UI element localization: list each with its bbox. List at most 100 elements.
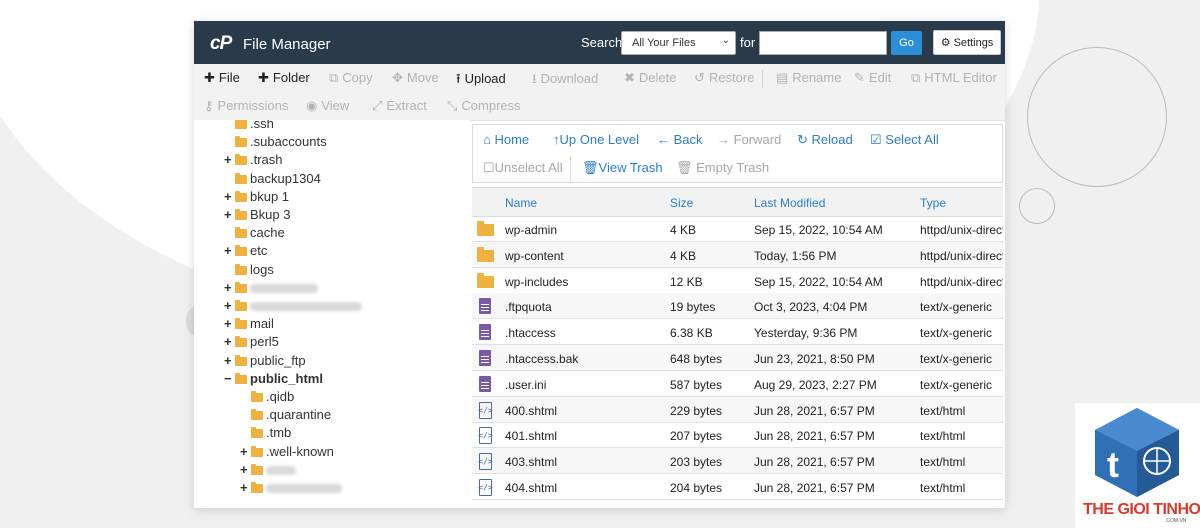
collapse-icon[interactable]: − — [224, 370, 234, 388]
expand-icon[interactable]: + — [224, 188, 234, 206]
toolbar-edit-button[interactable]: ✎ Edit — [854, 70, 891, 86]
tree-item[interactable]: + perl5 — [224, 333, 279, 351]
toolbar-folder-button[interactable]: ✚ Folder — [258, 70, 310, 86]
search-input[interactable] — [759, 31, 887, 55]
file-type: text/x-generic — [920, 352, 993, 366]
tree-item[interactable]: + — [224, 279, 318, 297]
select-all-button[interactable]: ☑ Select All — [870, 132, 939, 148]
table-row[interactable]: .htaccess.bak 648 bytes Jun 23, 2021, 8:50… — [472, 345, 1003, 371]
table-row[interactable]: .htaccess 6.38 KB Yesterday, 9:36 PM text/x… — [472, 319, 1003, 346]
expand-icon[interactable]: + — [240, 479, 250, 497]
table-row[interactable]: </> 400.shtml 229 bytes Jun 28, 2021, 6:57 … — [472, 396, 1003, 423]
expand-icon[interactable]: + — [240, 461, 250, 479]
tree-item[interactable]: + .well-known — [240, 443, 334, 461]
table-row[interactable]: wp-content 4 KB Today, 1:56 PM httpd/unix-d… — [472, 241, 1003, 268]
expand-icon[interactable]: + — [224, 297, 234, 315]
expand-icon[interactable]: + — [224, 206, 234, 224]
search-scope-select[interactable]: All Your Files ⌄ — [621, 31, 736, 55]
toolbar-button-label: Compress — [461, 98, 521, 113]
unselect-all-button[interactable]: ☐Unselect All — [483, 160, 563, 176]
toolbar-file-button[interactable]: ✚ File — [204, 70, 240, 86]
go-button[interactable]: Go — [891, 31, 922, 55]
tree-item[interactable]: + Bkup 3 — [224, 206, 290, 224]
folder-icon — [235, 172, 247, 184]
table-row[interactable]: .user.ini 587 bytes Aug 29, 2023, 2:27 PM t… — [472, 371, 1003, 397]
column-header-size[interactable]: Size — [670, 196, 693, 210]
copy-icon: ⧉ — [329, 70, 339, 85]
file-name: .user.ini — [505, 377, 547, 392]
column-header-type[interactable]: Type — [920, 196, 946, 210]
tree-item[interactable]: + mail — [224, 315, 274, 333]
table-row[interactable]: wp-admin 4 KB Sep 15, 2022, 10:54 AM httpd/… — [472, 216, 1003, 242]
tree-item[interactable]: − public_html — [224, 370, 323, 388]
toolbar-download-button[interactable]: ⭳ Download — [532, 70, 598, 92]
expand-icon[interactable]: + — [224, 151, 234, 169]
toolbar-compress-button[interactable]: ⤡ Compress — [447, 98, 521, 114]
file-type: httpd/unix-direct — [920, 223, 1003, 237]
tree-item-label: .subaccounts — [250, 134, 327, 150]
tree-item[interactable]: .quarantine — [240, 406, 331, 424]
folder-icon — [235, 300, 247, 311]
tree-item[interactable]: .qidb — [240, 388, 294, 406]
toolbar-button-label: Edit — [868, 70, 892, 85]
toolbar-view-button[interactable]: ◉ View — [306, 98, 349, 114]
expand-icon[interactable]: + — [224, 333, 234, 351]
tree-item-label: mail — [250, 316, 274, 332]
folder-icon — [251, 482, 263, 493]
expand-icon[interactable]: + — [224, 352, 234, 370]
table-row[interactable]: </> 401.shtml 207 bytes Jun 28, 2021, 6:57 … — [472, 422, 1003, 449]
tree-item[interactable]: .tmb — [240, 424, 291, 442]
tree-item[interactable]: + — [240, 479, 342, 497]
toolbar-button-label: Rename — [792, 70, 842, 85]
tree-item[interactable]: + — [240, 461, 296, 479]
toolbar-button-label: Move — [406, 70, 439, 85]
cpanel-logo[interactable]: cP — [210, 33, 232, 55]
tree-item[interactable]: logs — [224, 261, 274, 279]
file-name: .ftpquota — [505, 300, 552, 315]
tree-item[interactable]: + — [224, 297, 362, 315]
expand-icon[interactable]: + — [224, 279, 234, 297]
file-type: text/html — [920, 403, 966, 418]
tree-item[interactable]: + .trash — [224, 151, 283, 169]
column-header-name[interactable]: Name — [505, 196, 537, 210]
tree-item[interactable]: backup1304 — [224, 170, 321, 188]
expand-icon[interactable]: + — [224, 242, 234, 260]
toolbar-button-label: HTML Editor — [924, 70, 997, 85]
table-row[interactable]: wp-includes 12 KB Sep 15, 2022, 10:54 AM ht… — [472, 268, 1003, 294]
column-header-last-modified[interactable]: Last Modified — [754, 196, 825, 210]
expand-icon[interactable]: + — [240, 443, 250, 461]
toolbar-rename-button[interactable]: ▤ Rename — [776, 70, 841, 86]
toolbar-upload-button[interactable]: ⭱ Upload — [456, 70, 506, 92]
back-button[interactable]: ← Back — [657, 132, 703, 147]
table-row[interactable]: </> 404.shtml 204 bytes Jun 28, 2021, 6:57 … — [472, 474, 1003, 500]
tree-item[interactable]: .ssh — [224, 120, 274, 133]
toolbar-copy-button[interactable]: ⧉ Copy — [329, 70, 373, 86]
toolbar-html-editor-button[interactable]: ⧉ HTML Editor — [911, 70, 997, 86]
toolbar-move-button[interactable]: ✥ Move — [392, 70, 439, 86]
table-row[interactable]: </> 403.shtml 203 bytes Jun 28, 2021, 6:57 … — [472, 448, 1003, 475]
toolbar-restore-button[interactable]: ↺ Restore — [694, 70, 754, 86]
toolbar-extract-button[interactable]: ⤢ Extract — [372, 98, 427, 114]
table-row[interactable]: .ftpquota 19 bytes Oct 3, 2023, 4:04 PM tex… — [472, 293, 1003, 320]
home-button[interactable]: ⌂ Home — [483, 132, 529, 147]
toolbar-permissions-button[interactable]: ⚷ Permissions — [204, 98, 288, 114]
tree-item[interactable]: + bkup 1 — [224, 188, 289, 206]
file-modified: Sep 15, 2022, 10:54 AM — [754, 274, 883, 289]
edit-icon: ✎ — [854, 70, 865, 85]
view-trash-button[interactable]: 🗑View Trash — [582, 160, 663, 176]
file-name: 400.shtml — [505, 403, 558, 418]
toolbar-delete-button[interactable]: ✖ Delete — [624, 70, 676, 86]
file-type-glyph — [479, 375, 491, 392]
tree-item[interactable]: cache — [224, 224, 285, 242]
tree-item[interactable]: .subaccounts — [224, 133, 327, 151]
up-one-level-button[interactable]: ↑Up One Level — [553, 132, 639, 147]
forward-button[interactable]: → Forward — [717, 132, 781, 147]
tree-item-label: cache — [250, 225, 285, 241]
empty-trash-button[interactable]: 🗑 Empty Trash — [676, 160, 769, 176]
tree-item[interactable]: + public_ftp — [224, 352, 306, 370]
settings-button[interactable]: ⚙ Settings — [933, 30, 1001, 55]
expand-icon[interactable]: + — [224, 315, 234, 333]
tree-item[interactable]: + etc — [224, 242, 267, 260]
reload-button[interactable]: ↻ Reload — [797, 132, 853, 148]
checkbox-icon: ☑ — [870, 132, 882, 147]
